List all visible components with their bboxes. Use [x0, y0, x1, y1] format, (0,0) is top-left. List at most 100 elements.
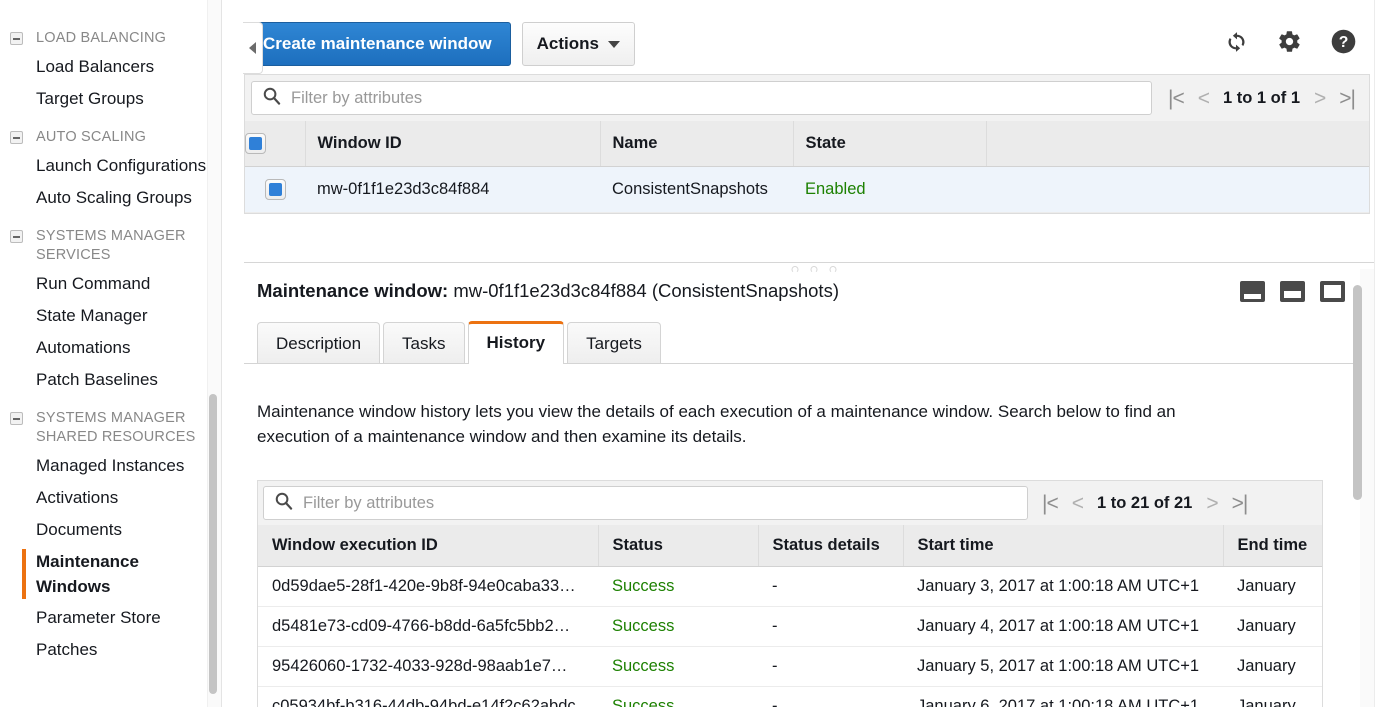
sidebar-item-run-command[interactable]: Run Command [0, 268, 222, 300]
sidebar-item-patches[interactable]: Patches [0, 634, 222, 666]
panel-resize-handle[interactable] [791, 266, 836, 273]
gear-icon[interactable] [1277, 29, 1302, 59]
inner-filter-bar: |< < 1 to 21 of 21 > >| [257, 480, 1323, 525]
column-header[interactable]: State [793, 121, 986, 167]
sidebar-navigation: LOAD BALANCING Load BalancersTarget Group… [0, 0, 222, 707]
collapse-toggle-icon[interactable] [10, 230, 23, 243]
detail-panel: Maintenance window: mw-0f1f1e23d3c84f884… [244, 262, 1383, 707]
drag-dot [829, 266, 836, 273]
history-column-header[interactable]: Window execution ID [258, 525, 598, 567]
sidebar-group-header[interactable]: LOAD BALANCING [0, 26, 222, 51]
panel-scrollbar-thumb[interactable] [1353, 285, 1362, 500]
first-page-button[interactable]: |< [1168, 88, 1184, 109]
sidebar-item-activations[interactable]: Activations [0, 482, 222, 514]
column-header[interactable]: Name [600, 121, 793, 167]
last-page-button[interactable]: >| [1339, 88, 1355, 109]
panel-scrollbar[interactable] [1360, 269, 1374, 707]
outer-filter-input[interactable] [289, 88, 1141, 109]
inner-filter-input[interactable] [301, 493, 1017, 514]
actions-dropdown-button[interactable]: Actions [522, 22, 635, 66]
panel-small-icon[interactable] [1240, 281, 1265, 302]
panel-large-icon[interactable] [1320, 281, 1345, 302]
sidebar-collapse-button[interactable] [243, 22, 263, 74]
end-time-cell: January [1223, 647, 1323, 687]
execution-id-cell: 95426060-1732-4033-928d-98aab1e7… [258, 647, 598, 687]
collapse-toggle-icon[interactable] [10, 131, 23, 144]
history-table-row[interactable]: d5481e73-cd09-4766-b8dd-6a5fc5bb2…Succes… [258, 607, 1323, 647]
history-column-header[interactable]: End time [1223, 525, 1323, 567]
panel-title: Maintenance window: mw-0f1f1e23d3c84f884… [257, 279, 839, 303]
sidebar-group-header[interactable]: SYSTEMS MANAGER SHARED RESOURCES [0, 406, 222, 450]
sidebar-scrollbar-thumb[interactable] [209, 394, 217, 694]
inner-first-page-button[interactable]: |< [1042, 493, 1058, 514]
outer-filter-bar: |< < 1 to 1 of 1 > >| [244, 74, 1370, 121]
sidebar-group-header[interactable]: AUTO SCALING [0, 125, 222, 150]
outer-pagination: |< < 1 to 1 of 1 > >| [1158, 75, 1369, 121]
help-icon[interactable]: ? [1330, 28, 1357, 60]
history-table-scroll[interactable]: Window execution IDStatusStatus detailsS… [257, 525, 1323, 707]
tab-history[interactable]: History [468, 321, 565, 364]
refresh-icon[interactable] [1224, 29, 1249, 59]
table-body: mw-0f1f1e23d3c84f884ConsistentSnapshotsE… [245, 167, 1369, 213]
column-header[interactable]: Window ID [305, 121, 600, 167]
sidebar-group: SYSTEMS MANAGER SHARED RESOURCESManaged … [0, 406, 222, 666]
execution-id-cell: 0d59dae5-28f1-420e-9b8f-94e0caba33… [258, 567, 598, 607]
row-checkbox[interactable] [265, 179, 286, 200]
table-row[interactable]: mw-0f1f1e23d3c84f884ConsistentSnapshotsE… [245, 167, 1369, 213]
sidebar-item-managed-instances[interactable]: Managed Instances [0, 450, 222, 482]
history-table-row[interactable]: c05934bf-b316-44db-94bd-e14f2c62abdcSucc… [258, 687, 1323, 707]
sidebar-item-automations[interactable]: Automations [0, 332, 222, 364]
sidebar-scrollbar[interactable] [207, 0, 221, 707]
outer-filter-field[interactable] [251, 81, 1152, 115]
inner-last-page-button[interactable]: >| [1232, 493, 1248, 514]
history-column-header[interactable]: Status [598, 525, 758, 567]
sidebar-group-label: LOAD BALANCING [36, 29, 166, 48]
sidebar-item-state-manager[interactable]: State Manager [0, 300, 222, 332]
panel-medium-icon[interactable] [1280, 281, 1305, 302]
row-select-cell[interactable] [245, 167, 305, 213]
create-maintenance-window-button[interactable]: Create maintenance window [244, 22, 511, 66]
sidebar-item-target-groups[interactable]: Target Groups [0, 83, 222, 115]
sidebar-item-parameter-store[interactable]: Parameter Store [0, 602, 222, 634]
inner-pagination-label: 1 to 21 of 21 [1097, 494, 1192, 513]
history-table-row[interactable]: 0d59dae5-28f1-420e-9b8f-94e0caba33…Succe… [258, 567, 1323, 607]
collapse-toggle-icon[interactable] [10, 32, 23, 45]
tab-description[interactable]: Description [257, 322, 380, 363]
history-table-body: 0d59dae5-28f1-420e-9b8f-94e0caba33…Succe… [258, 567, 1323, 707]
inner-next-page-button[interactable]: > [1206, 493, 1217, 514]
status-cell: Success [598, 567, 758, 607]
sidebar-group-label: SYSTEMS MANAGER SERVICES [36, 227, 186, 265]
maintenance-windows-table: Window IDNameState mw-0f1f1e23d3c84f884C… [244, 121, 1370, 214]
end-time-cell: January [1223, 607, 1323, 647]
history-column-header[interactable]: Start time [903, 525, 1223, 567]
sidebar-item-documents[interactable]: Documents [0, 514, 222, 546]
toolbar-icon-group: ? [1224, 28, 1363, 60]
tab-tasks[interactable]: Tasks [383, 322, 464, 363]
start-time-cell: January 3, 2017 at 1:00:18 AM UTC+1 [903, 567, 1223, 607]
name-cell: ConsistentSnapshots [600, 167, 793, 213]
next-page-button[interactable]: > [1314, 88, 1325, 109]
select-all-checkbox[interactable] [245, 133, 266, 154]
state-cell: Enabled [793, 167, 986, 213]
history-table-row[interactable]: 95426060-1732-4033-928d-98aab1e7…Success… [258, 647, 1323, 687]
search-icon [274, 491, 293, 515]
collapse-toggle-icon[interactable] [10, 412, 23, 425]
inner-pagination: |< < 1 to 21 of 21 > >| [1032, 481, 1261, 525]
panel-title-prefix: Maintenance window: [257, 280, 448, 301]
prev-page-button[interactable]: < [1198, 88, 1209, 109]
inner-prev-page-button[interactable]: < [1072, 493, 1083, 514]
sidebar-item-maintenance-windows[interactable]: Maintenance Windows [0, 546, 222, 602]
actions-label: Actions [537, 34, 599, 54]
end-time-cell: January [1223, 687, 1323, 707]
history-column-header[interactable]: Status details [758, 525, 903, 567]
sidebar-item-load-balancers[interactable]: Load Balancers [0, 51, 222, 83]
sidebar-item-launch-configurations[interactable]: Launch Configurations [0, 150, 222, 182]
sidebar-item-patch-baselines[interactable]: Patch Baselines [0, 364, 222, 396]
sidebar-item-auto-scaling-groups[interactable]: Auto Scaling Groups [0, 182, 222, 214]
outer-pagination-label: 1 to 1 of 1 [1223, 89, 1300, 108]
column-header[interactable] [986, 121, 1369, 167]
sidebar-group-header[interactable]: SYSTEMS MANAGER SERVICES [0, 224, 222, 268]
sidebar-groups: LOAD BALANCING Load BalancersTarget Group… [0, 26, 222, 666]
tab-targets[interactable]: Targets [567, 322, 661, 363]
inner-filter-field[interactable] [263, 486, 1028, 520]
